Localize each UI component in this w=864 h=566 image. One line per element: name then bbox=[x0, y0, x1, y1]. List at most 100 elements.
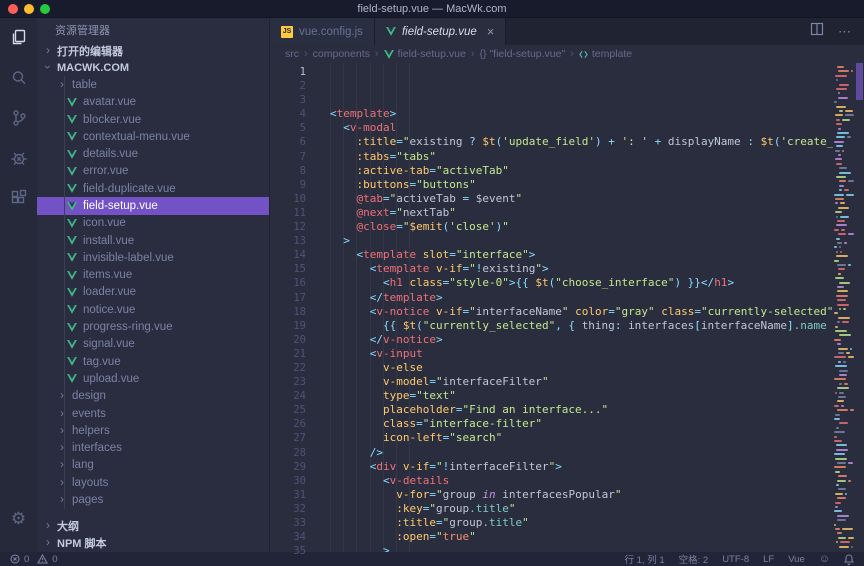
open-editors-section[interactable]: › 打开的编辑器 bbox=[37, 42, 269, 59]
code-line-11[interactable]: <template slot="interface"> bbox=[316, 248, 833, 262]
code-line-18[interactable]: <v-input bbox=[316, 347, 833, 361]
code-line-17[interactable]: </v-notice> bbox=[316, 333, 833, 347]
tree-item-upload.vue[interactable]: upload.vue bbox=[37, 370, 269, 387]
tree-item-signal.vue[interactable]: signal.vue bbox=[37, 336, 269, 353]
tree-item-design[interactable]: ›design bbox=[37, 388, 269, 405]
workspace-section[interactable]: › MACWK.COM bbox=[37, 59, 269, 76]
tree-item-label: notice.vue bbox=[83, 304, 135, 316]
tree-item-progress-ring.vue[interactable]: progress-ring.vue bbox=[37, 318, 269, 335]
tree-item-table[interactable]: ›table bbox=[37, 76, 269, 93]
code-line-21[interactable]: type="text" bbox=[316, 389, 833, 403]
tree-item-loader.vue[interactable]: loader.vue bbox=[37, 284, 269, 301]
tree-item-lang[interactable]: ›lang bbox=[37, 457, 269, 474]
breadcrumb-item[interactable]: components bbox=[313, 48, 370, 60]
code-line-29[interactable]: :key="group.title" bbox=[316, 502, 833, 516]
code-line-32[interactable]: > bbox=[316, 544, 833, 552]
tree-item-field-setup.vue[interactable]: field-setup.vue bbox=[37, 197, 269, 214]
search-icon[interactable] bbox=[0, 58, 37, 98]
code-line-24[interactable]: icon-left="search" bbox=[316, 431, 833, 445]
zoom-window-button[interactable] bbox=[40, 4, 50, 14]
code-line-26[interactable]: <div v-if="!interfaceFilter"> bbox=[316, 460, 833, 474]
indentation[interactable]: 空格: 2 bbox=[679, 552, 709, 566]
settings-gear-icon[interactable]: ⚙ bbox=[0, 498, 37, 538]
code-line-3[interactable]: :title="existing ? $t('update_field') + … bbox=[316, 135, 833, 149]
source-control-icon[interactable] bbox=[0, 98, 37, 138]
code-line-7[interactable]: @tab="activeTab = $event" bbox=[316, 192, 833, 206]
editor[interactable]: 1234567891011121314151617181920212223242… bbox=[270, 63, 864, 552]
tree-item-layouts[interactable]: ›layouts bbox=[37, 474, 269, 491]
npm-scripts-section[interactable]: › NPM 脚本 bbox=[37, 535, 269, 552]
tree-item-avatar.vue[interactable]: avatar.vue bbox=[37, 94, 269, 111]
split-editor-icon[interactable] bbox=[810, 22, 824, 41]
breadcrumb-item[interactable]: template bbox=[579, 48, 632, 60]
tree-item-pages[interactable]: ›pages bbox=[37, 491, 269, 508]
code-line-14[interactable]: </template> bbox=[316, 291, 833, 305]
code-line-31[interactable]: :open="true" bbox=[316, 530, 833, 544]
tab-field-setup.vue[interactable]: field-setup.vue× bbox=[375, 18, 506, 45]
debug-icon[interactable] bbox=[0, 138, 37, 178]
eol[interactable]: LF bbox=[763, 554, 774, 565]
breadcrumb-item[interactable]: {} "field-setup.vue" bbox=[480, 48, 566, 60]
tree-item-contextual-menu.vue[interactable]: contextual-menu.vue bbox=[37, 128, 269, 145]
breadcrumb-item[interactable]: src bbox=[285, 48, 299, 60]
minimap[interactable] bbox=[833, 63, 855, 552]
code-line-13[interactable]: <h1 class="style-0">{{ $t("choose_interf… bbox=[316, 276, 833, 290]
line-number: 35 bbox=[270, 544, 306, 558]
code-line-12[interactable]: <template v-if="!existing"> bbox=[316, 262, 833, 276]
tab-vue.config.js[interactable]: JSvue.config.js bbox=[270, 18, 375, 45]
explorer-icon[interactable] bbox=[0, 18, 37, 58]
tree-item-install.vue[interactable]: install.vue bbox=[37, 232, 269, 249]
code-line-5[interactable]: :active-tab="activeTab" bbox=[316, 164, 833, 178]
tree-item-notice.vue[interactable]: notice.vue bbox=[37, 301, 269, 318]
tree-item-items.vue[interactable]: items.vue bbox=[37, 267, 269, 284]
code-line-28[interactable]: v-for="group in interfacesPopular" bbox=[316, 488, 833, 502]
tree-item-tag.vue[interactable]: tag.vue bbox=[37, 353, 269, 370]
cursor-position[interactable]: 行 1, 列 1 bbox=[625, 552, 665, 566]
code-line-19[interactable]: v-else bbox=[316, 361, 833, 375]
close-window-button[interactable] bbox=[8, 4, 18, 14]
tree-item-error.vue[interactable]: error.vue bbox=[37, 163, 269, 180]
chevron-right-icon: › bbox=[58, 440, 66, 454]
code-line-25[interactable]: /> bbox=[316, 446, 833, 460]
vue-file-icon bbox=[67, 323, 77, 332]
tree-item-events[interactable]: ›events bbox=[37, 405, 269, 422]
code-line-4[interactable]: :tabs="tabs" bbox=[316, 150, 833, 164]
tree-item-icon.vue[interactable]: icon.vue bbox=[37, 215, 269, 232]
minimize-window-button[interactable] bbox=[24, 4, 34, 14]
line-number: 3 bbox=[270, 93, 306, 107]
outline-section[interactable]: › 大纲 bbox=[37, 518, 269, 535]
feedback-smiley-icon[interactable]: ☺ bbox=[819, 554, 830, 565]
tree-item-blocker.vue[interactable]: blocker.vue bbox=[37, 111, 269, 128]
tree-item-helpers[interactable]: ›helpers bbox=[37, 422, 269, 439]
code-line-23[interactable]: class="interface-filter" bbox=[316, 417, 833, 431]
code-line-6[interactable]: :buttons="buttons" bbox=[316, 178, 833, 192]
code-line-9[interactable]: @close="$emit('close')" bbox=[316, 220, 833, 234]
code-line-30[interactable]: :title="group.title" bbox=[316, 516, 833, 530]
code-line-8[interactable]: @next="nextTab" bbox=[316, 206, 833, 220]
code-line-2[interactable]: <v-modal bbox=[316, 121, 833, 135]
tree-item-details.vue[interactable]: details.vue bbox=[37, 145, 269, 162]
code-line-1[interactable]: <template> bbox=[316, 107, 833, 121]
encoding[interactable]: UTF-8 bbox=[722, 554, 749, 565]
code-line-20[interactable]: v-model="interfaceFilter" bbox=[316, 375, 833, 389]
warnings-icon[interactable] bbox=[37, 554, 48, 564]
code-area[interactable]: <template> <v-modal :title="existing ? $… bbox=[316, 63, 833, 552]
code-line-27[interactable]: <v-details bbox=[316, 474, 833, 488]
close-icon[interactable]: × bbox=[487, 25, 495, 38]
errors-icon[interactable] bbox=[10, 554, 20, 564]
scrollbar-slider[interactable] bbox=[856, 63, 863, 100]
vertical-scrollbar[interactable] bbox=[855, 63, 864, 552]
language-mode[interactable]: Vue bbox=[788, 554, 805, 565]
extensions-icon[interactable] bbox=[0, 178, 37, 218]
code-line-16[interactable]: {{ $t("currently_selected", { thing: int… bbox=[316, 319, 833, 333]
code-line-15[interactable]: <v-notice v-if="interfaceName" color="gr… bbox=[316, 305, 833, 319]
notifications-bell-icon[interactable] bbox=[844, 554, 854, 565]
tree-item-field-duplicate.vue[interactable]: field-duplicate.vue bbox=[37, 180, 269, 197]
code-line-10[interactable]: > bbox=[316, 234, 833, 248]
tree-item-invisible-label.vue[interactable]: invisible-label.vue bbox=[37, 249, 269, 266]
more-actions-icon[interactable]: ⋯ bbox=[838, 25, 852, 38]
tree-item-interfaces[interactable]: ›interfaces bbox=[37, 440, 269, 457]
line-number: 13 bbox=[270, 234, 306, 248]
breadcrumb-item[interactable]: field-setup.vue bbox=[384, 48, 466, 60]
code-line-22[interactable]: placeholder="Find an interface..." bbox=[316, 403, 833, 417]
